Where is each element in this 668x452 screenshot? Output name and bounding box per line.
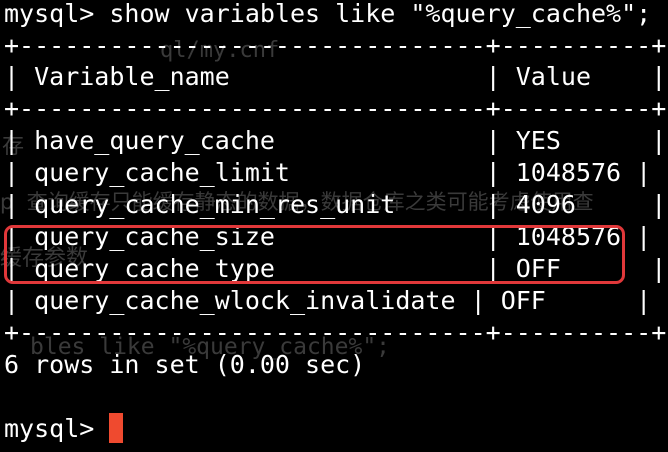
terminal-window[interactable]: ql/my.cnf 存 p 查询缓存只能缓存静态的数据，数据仓库之类可能考虑使用… [0,0,668,452]
text-cursor [109,413,124,443]
prompt-line[interactable]: mysql> [4,413,124,445]
table-row: | query_cache_wlock_invalidate | OFF | [4,286,652,315]
table-header-row: | Variable_name | Value | [4,62,667,91]
highlight-box [4,225,625,284]
table-row: | have_query_cache | YES | [4,126,667,155]
prompt-text: mysql> [4,414,110,443]
table-row: | query_cache_min_res_unit | 4096 | [4,190,667,219]
table-row: | query_cache_limit | 1048576 | [4,158,652,187]
table-border-top: +-------------------------------+-------… [4,31,667,60]
result-summary: 6 rows in set (0.00 sec) [4,350,366,379]
table-border-bottom: +-------------------------------+-------… [4,318,667,347]
command-line: mysql> show variables like "%query_cache… [4,0,652,28]
table-border-header: +-------------------------------+-------… [4,94,667,123]
